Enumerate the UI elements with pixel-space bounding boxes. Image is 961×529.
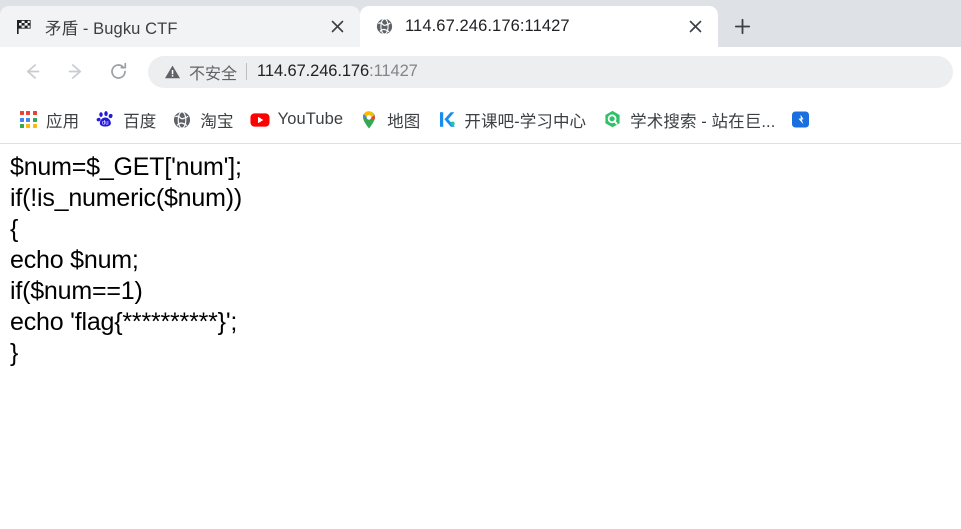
bookmark-label: 百度 bbox=[123, 112, 157, 131]
code-line: if($num==1) bbox=[10, 277, 143, 305]
warning-triangle-icon[interactable] bbox=[164, 63, 181, 80]
checkered-flag-icon bbox=[14, 17, 34, 37]
security-status-text: 不安全 bbox=[189, 65, 238, 83]
code-line: { bbox=[10, 215, 19, 243]
address-bar[interactable]: 不安全 114.67.246.176:11427 bbox=[148, 55, 953, 88]
url-text: 114.67.246.176:11427 bbox=[257, 62, 418, 81]
google-maps-pin-icon bbox=[359, 110, 379, 130]
bookmark-apps[interactable]: 应用 bbox=[10, 104, 87, 136]
tab-close-button[interactable] bbox=[324, 14, 350, 40]
tab-title: 114.67.246.176:11427 bbox=[405, 17, 570, 35]
bookmark-label: 应用 bbox=[46, 112, 80, 131]
tab-title: 矛盾 - Bugku CTF bbox=[45, 19, 178, 38]
page-content: $num=$_GET['num']; if(!is_numeric($num))… bbox=[0, 144, 961, 529]
reload-icon bbox=[110, 62, 126, 79]
bookmark-youtube[interactable]: YouTube bbox=[242, 104, 352, 136]
arrow-left-icon bbox=[26, 64, 39, 79]
bookmarks-bar: 应用 du 百度 淘宝 YouTube 地图 开课吧-学习中心 学术搜索 - 站… bbox=[0, 96, 961, 144]
back-button[interactable] bbox=[14, 54, 50, 90]
bookmark-label: 淘宝 bbox=[200, 112, 234, 131]
url-host: 114.67.246.176 bbox=[257, 62, 370, 80]
browser-tab-1[interactable]: 矛盾 - Bugku CTF bbox=[0, 6, 360, 47]
browser-toolbar: 不安全 114.67.246.176:11427 bbox=[0, 47, 961, 96]
bookmark-maps[interactable]: 地图 bbox=[351, 104, 428, 136]
url-port: :11427 bbox=[369, 62, 418, 80]
bookmark-baidu[interactable]: du 百度 bbox=[87, 104, 164, 136]
svg-text:du: du bbox=[102, 121, 109, 127]
code-line: $num=$_GET['num']; bbox=[10, 153, 242, 181]
new-tab-button[interactable] bbox=[722, 6, 762, 47]
bookmark-taobao[interactable]: 淘宝 bbox=[164, 104, 241, 136]
youtube-play-icon bbox=[250, 110, 270, 130]
blue-square-icon bbox=[791, 110, 811, 130]
kaikeba-k-icon bbox=[436, 110, 456, 130]
bookmark-kaikeba[interactable]: 开课吧-学习中心 bbox=[428, 104, 594, 136]
baidu-paw-icon: du bbox=[95, 110, 115, 130]
globe-icon bbox=[172, 110, 192, 130]
code-line: if(!is_numeric($num)) bbox=[10, 184, 242, 212]
green-hexagon-q-icon bbox=[602, 110, 622, 130]
apps-grid-icon bbox=[18, 110, 38, 130]
bookmark-label: YouTube bbox=[277, 110, 344, 128]
bookmark-scholar[interactable]: 学术搜索 - 站在巨... bbox=[594, 104, 783, 136]
code-line: echo $num; bbox=[10, 246, 139, 274]
reload-button[interactable] bbox=[100, 54, 136, 90]
omnibox-divider bbox=[246, 63, 248, 80]
globe-icon bbox=[374, 17, 394, 37]
bookmark-label: 开课吧-学习中心 bbox=[464, 112, 587, 131]
code-line: } bbox=[10, 339, 19, 367]
forward-button[interactable] bbox=[57, 54, 93, 90]
tab-close-button[interactable] bbox=[682, 14, 708, 40]
tab-strip: 矛盾 - Bugku CTF 114.67.246.176:11427 bbox=[0, 0, 961, 47]
bookmark-label: 地图 bbox=[387, 112, 421, 131]
plus-icon bbox=[734, 18, 750, 35]
browser-tab-2[interactable]: 114.67.246.176:11427 bbox=[360, 6, 718, 47]
bookmark-label: 学术搜索 - 站在巨... bbox=[630, 112, 776, 131]
bookmark-partial[interactable] bbox=[783, 104, 819, 136]
arrow-right-icon bbox=[68, 64, 81, 79]
code-line: echo 'flag{**********}'; bbox=[10, 308, 238, 336]
